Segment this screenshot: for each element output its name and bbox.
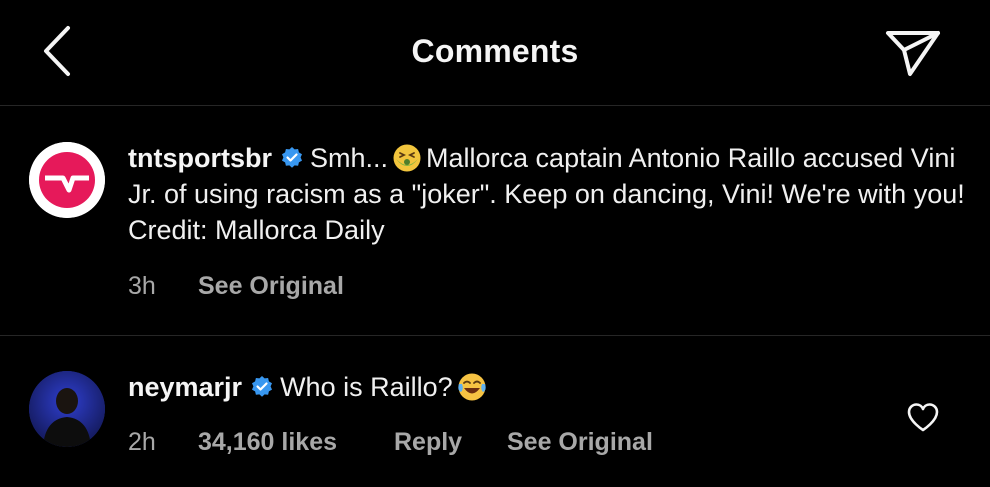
like-button[interactable] — [906, 401, 940, 433]
reply-button[interactable]: Reply — [394, 428, 462, 457]
tnt-logo-icon — [29, 142, 105, 218]
page-title: Comments — [411, 33, 579, 69]
caption-part-1: Smh... — [310, 143, 389, 173]
avatar[interactable] — [29, 371, 105, 447]
caption-text: tntsportsbr Smh... Mallorca captain Anto… — [128, 140, 973, 248]
verified-badge-icon — [282, 147, 302, 168]
post-caption: tntsportsbr Smh... Mallorca captain Anto… — [0, 106, 990, 336]
nauseated-face-emoji-icon — [393, 144, 421, 172]
likes-count[interactable]: 34,160 likes — [198, 428, 337, 457]
comments-header: Comments — [0, 0, 990, 106]
comment-text: neymarjr Who is Raillo? — [128, 369, 888, 405]
share-button[interactable] — [884, 28, 942, 78]
see-original-button[interactable]: See Original — [198, 272, 344, 301]
verified-badge-icon — [252, 376, 273, 397]
comment-body: Who is Raillo? — [280, 372, 453, 402]
post-timestamp: 3h — [128, 272, 156, 300]
profile-photo-icon — [29, 371, 105, 447]
heart-icon — [907, 403, 939, 432]
comment-timestamp: 2h — [128, 428, 156, 456]
avatar[interactable] — [29, 142, 105, 218]
see-original-button[interactable]: See Original — [507, 428, 653, 457]
tears-of-joy-emoji-icon — [457, 373, 486, 401]
username[interactable]: tntsportsbr — [128, 143, 272, 173]
comment-item: neymarjr Who is Raillo? 2h 34,160 likes … — [0, 336, 990, 487]
username[interactable]: neymarjr — [128, 372, 242, 402]
paper-plane-icon — [886, 31, 940, 76]
